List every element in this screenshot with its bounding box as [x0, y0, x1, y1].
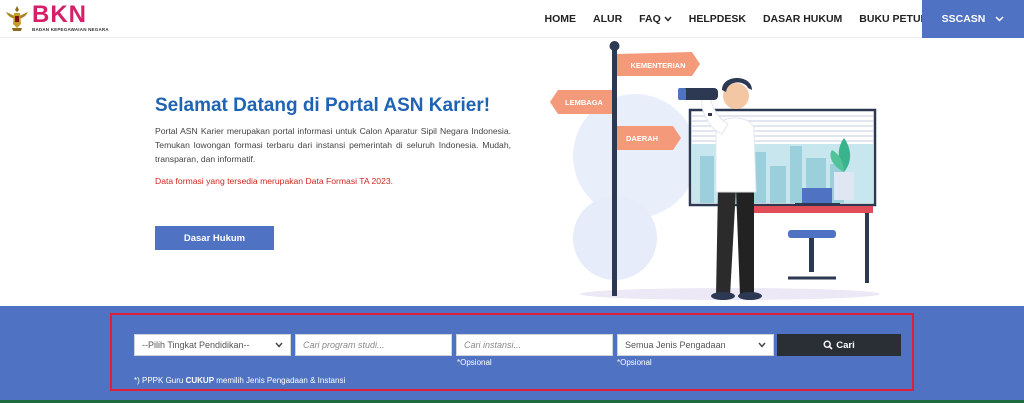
sscasn-menu-button[interactable]: SSCASN — [922, 0, 1024, 38]
desk-top — [745, 206, 873, 213]
education-level-value: --Pilih Tingkat Pendidikan-- — [142, 340, 250, 350]
pppk-footnote: *) PPPK Guru CUKUP memilih Jenis Pengada… — [134, 376, 345, 385]
search-button[interactable]: Cari — [777, 334, 901, 356]
sscasn-label: SSCASN — [941, 13, 986, 25]
hero-illustration: KEMENTERIAN LEMBAGA DAERAH — [550, 41, 880, 300]
binoculars-icon — [682, 88, 718, 100]
jenis-pengadaan-select[interactable]: Semua Jenis Pengadaan — [617, 334, 774, 356]
education-level-select[interactable]: --Pilih Tingkat Pendidikan-- — [134, 334, 291, 356]
nav-home[interactable]: HOME — [545, 13, 577, 25]
nav-alur[interactable]: ALUR — [593, 13, 622, 25]
page: BKN BADAN KEPEGAWAIAN NEGARA HOME ALUR F… — [0, 0, 1024, 403]
instansi-optional-hint: *Opsional — [457, 358, 492, 367]
sign-daerah: DAERAH — [617, 126, 681, 150]
jenis-pengadaan-value: Semua Jenis Pengadaan — [625, 340, 726, 350]
logo-subtitle: BADAN KEPEGAWAIAN NEGARA — [32, 27, 109, 32]
sign-lembaga-text: LEMBAGA — [565, 98, 603, 107]
instansi-input[interactable]: Cari instansi... — [456, 334, 613, 356]
footnote-prefix: *) PPPK Guru — [134, 376, 186, 385]
dasar-hukum-button[interactable]: Dasar Hukum — [155, 226, 274, 250]
nav-faq[interactable]: FAQ — [639, 13, 672, 25]
sign-kementerian-text: KEMENTERIAN — [630, 61, 685, 70]
chevron-down-icon — [275, 342, 283, 348]
bkn-logo[interactable]: BKN BADAN KEPEGAWAIAN NEGARA — [4, 1, 109, 35]
nav-helpdesk[interactable]: HELPDESK — [689, 13, 746, 25]
chevron-down-icon — [664, 16, 672, 22]
jenis-optional-hint: *Opsional — [617, 358, 652, 367]
nav-faq-label: FAQ — [639, 13, 661, 25]
search-section: --Pilih Tingkat Pendidikan-- Cari progra… — [0, 306, 1024, 403]
sign-kementerian: KEMENTERIAN — [617, 52, 700, 76]
chevron-down-icon — [758, 342, 766, 348]
logo-text: BKN — [32, 1, 87, 28]
search-icon — [823, 340, 833, 350]
footnote-suffix: memilih Jenis Pengadaan & Instansi — [214, 376, 346, 385]
program-studi-input[interactable]: Cari program studi... — [295, 334, 452, 356]
search-button-label: Cari — [836, 339, 855, 351]
garuda-emblem-icon — [6, 6, 28, 31]
sign-lembaga: LEMBAGA — [550, 90, 612, 114]
sign-pole — [612, 46, 617, 296]
formasi-note: Data formasi yang tersedia merupakan Dat… — [155, 176, 394, 186]
chevron-down-icon — [995, 16, 1004, 22]
search-form: --Pilih Tingkat Pendidikan-- Cari progra… — [110, 313, 914, 391]
footnote-bold: CUKUP — [185, 376, 215, 385]
main-nav: HOME ALUR FAQ HELPDESK DASAR HUKUM BUKU … — [536, 0, 958, 38]
hero-description: Portal ASN Karier merupakan portal infor… — [155, 126, 511, 164]
sign-daerah-text: DAERAH — [626, 134, 658, 143]
nav-dasar-hukum[interactable]: DASAR HUKUM — [763, 13, 842, 25]
plant-pot — [834, 172, 854, 200]
top-navbar: BKN BADAN KEPEGAWAIAN NEGARA HOME ALUR F… — [0, 0, 1024, 38]
hero-title: Selamat Datang di Portal ASN Karier! — [155, 95, 491, 116]
chair-seat — [788, 230, 836, 238]
